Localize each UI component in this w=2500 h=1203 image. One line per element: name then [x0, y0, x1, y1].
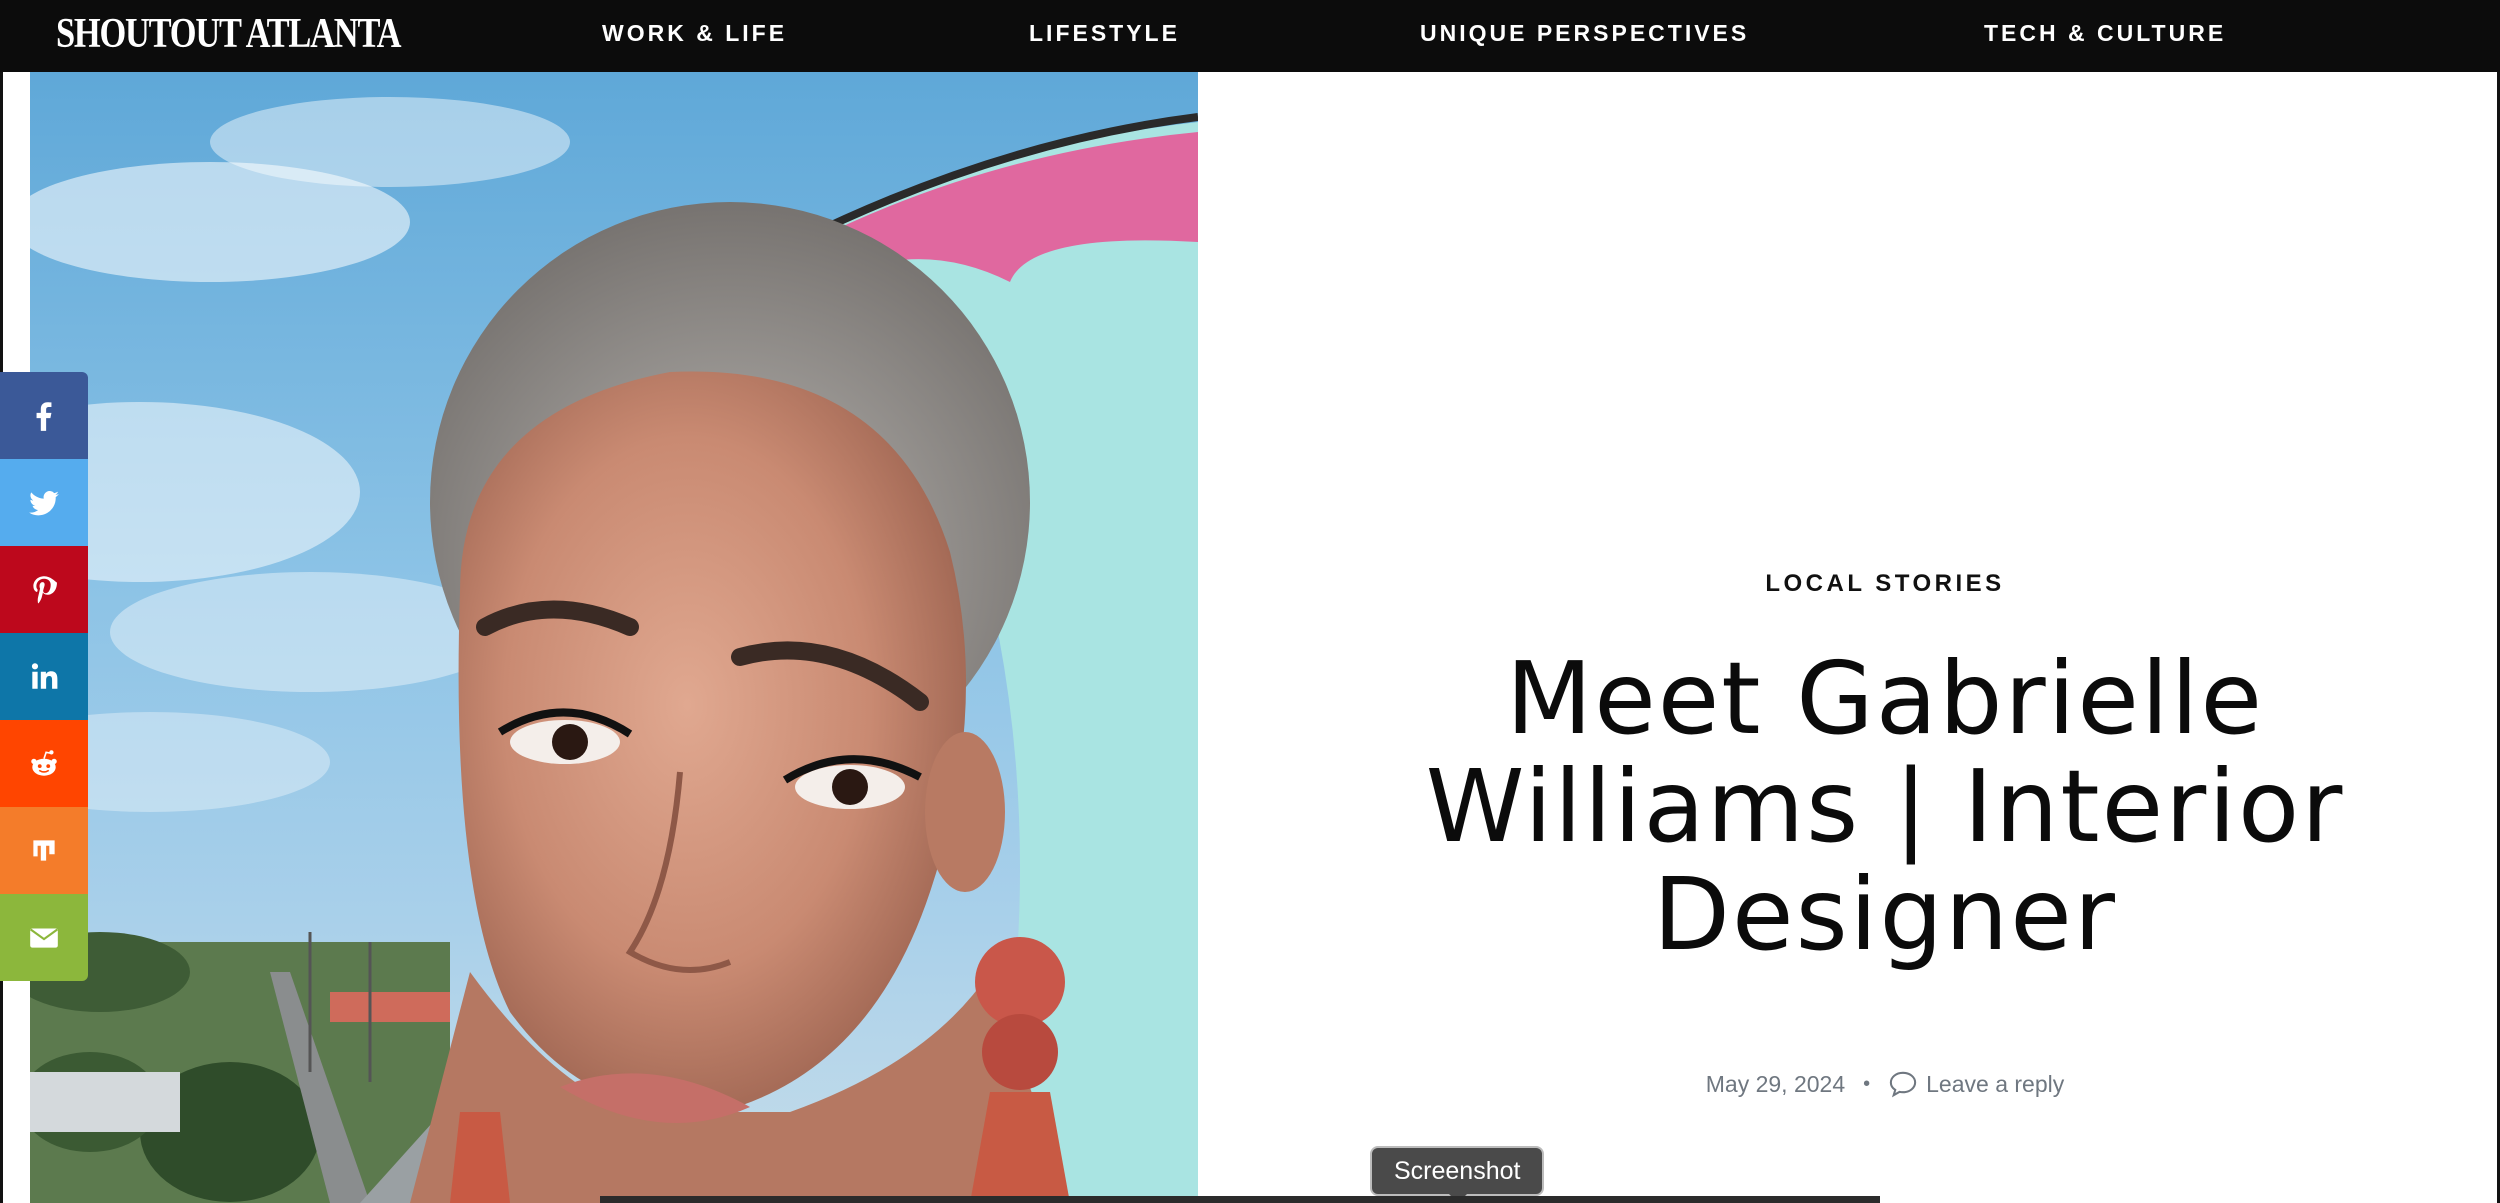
- facebook-icon: [36, 401, 52, 431]
- share-linkedin-button[interactable]: [0, 633, 88, 720]
- linkedin-icon: [31, 662, 58, 689]
- pinterest-icon: [33, 575, 57, 603]
- bottom-strip: [600, 1196, 1880, 1203]
- article-title-line: Designer: [1653, 856, 2117, 973]
- article-title: Meet Gabrielle Williams | Interior Desig…: [1380, 645, 2390, 969]
- mix-icon: [33, 839, 55, 861]
- article-meta: May 29, 2024 • Leave a reply: [1500, 1070, 2270, 1098]
- featured-image: [30, 72, 1198, 1203]
- article-title-line: Meet Gabrielle: [1505, 640, 2265, 757]
- twitter-icon: [29, 490, 59, 515]
- publish-date[interactable]: May 29, 2024: [1706, 1071, 1845, 1098]
- nav-item-unique-perspectives[interactable]: UNIQUE PERSPECTIVES: [1420, 18, 1749, 48]
- email-icon: [30, 927, 58, 948]
- nav-item-lifestyle[interactable]: LIFESTYLE: [1029, 18, 1180, 48]
- share-pinterest-button[interactable]: [0, 546, 88, 633]
- article-title-line: Williams | Interior: [1425, 748, 2345, 865]
- nav-item-tech-culture[interactable]: TECH & CULTURE: [1984, 18, 2226, 48]
- article-category[interactable]: LOCAL STORIES: [1500, 570, 2270, 598]
- leave-reply-label: Leave a reply: [1926, 1070, 2065, 1097]
- social-share-bar: [0, 372, 88, 981]
- meta-separator: •: [1863, 1072, 1871, 1095]
- share-twitter-button[interactable]: [0, 459, 88, 546]
- share-email-button[interactable]: [0, 894, 88, 981]
- site-header: SHOUTOUT ATLANTA WORK & LIFE LIFESTYLE U…: [0, 0, 2500, 72]
- comment-icon: [1889, 1071, 1917, 1098]
- share-reddit-button[interactable]: [0, 720, 88, 807]
- reddit-icon: [31, 749, 57, 776]
- leave-reply-link[interactable]: Leave a reply: [1888, 1070, 2064, 1098]
- site-logo[interactable]: SHOUTOUT ATLANTA: [56, 10, 402, 58]
- share-mix-button[interactable]: [0, 807, 88, 894]
- share-facebook-button[interactable]: [0, 372, 88, 459]
- nav-item-work-life[interactable]: WORK & LIFE: [602, 18, 787, 48]
- screenshot-tooltip: Screenshot: [1370, 1146, 1545, 1196]
